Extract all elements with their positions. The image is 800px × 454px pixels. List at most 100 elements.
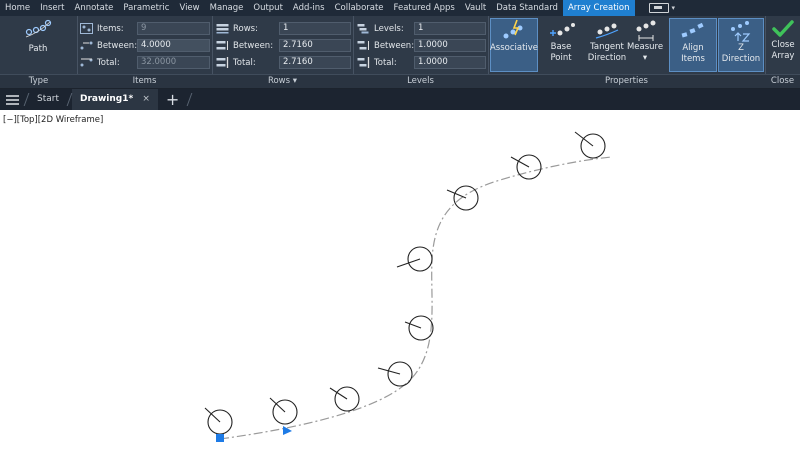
type-panel-title: Type — [0, 74, 77, 88]
array-item[interactable] — [396, 246, 433, 272]
close-panel-title: Close — [765, 74, 800, 88]
menu-tab-manage[interactable]: Manage — [205, 0, 249, 16]
ribbon: Path Type Items: 9 Between: 4.0000 Total… — [0, 16, 800, 89]
items-count-field[interactable]: 9 — [137, 22, 210, 35]
levels-panel-title: Levels — [353, 74, 488, 88]
close-array-label-2: Array — [771, 51, 795, 61]
levels-between-row: Between: — [357, 38, 414, 53]
hamburger-menu-icon[interactable] — [0, 89, 24, 110]
items-total-icon — [80, 58, 93, 67]
items-total-field[interactable]: 32.0000 — [137, 56, 210, 69]
type-panel: Path Type — [0, 16, 78, 88]
tab-start[interactable]: Start — [29, 89, 67, 110]
rows-total-field[interactable]: 2.7160 — [279, 56, 351, 69]
rows-between-row: Between: — [216, 38, 273, 53]
levels-between-field[interactable]: 1.0000 — [414, 39, 486, 52]
rows-count-field[interactable]: 1 — [279, 22, 351, 35]
menu-tab-insert[interactable]: Insert — [35, 0, 69, 16]
tab-separator — [186, 93, 193, 106]
z-direction-icon — [731, 21, 751, 42]
menu-tab-add-ins[interactable]: Add-ins — [288, 0, 330, 16]
levels-total-row: Total: — [357, 55, 397, 70]
properties-panel: Associative Base Point Tangent Direction… — [488, 16, 766, 88]
levels-total-icon — [357, 57, 370, 68]
associative-label: Associative — [489, 43, 539, 53]
rows-between-icon — [216, 41, 228, 50]
new-tab-button[interactable]: + — [158, 89, 187, 110]
array-item[interactable] — [510, 154, 542, 180]
array-item[interactable] — [269, 397, 298, 425]
rows-total-label: Total: — [233, 57, 256, 68]
levels-count-field[interactable]: 1 — [414, 22, 486, 35]
z-direction-label: Z Direction — [721, 43, 761, 64]
rows-icon — [216, 24, 229, 34]
array-item[interactable] — [574, 131, 606, 159]
menu-tab-output[interactable]: Output — [248, 0, 288, 16]
array-items-group — [204, 131, 606, 435]
array-item[interactable] — [377, 361, 413, 387]
levels-row: Levels: — [357, 21, 404, 36]
close-array-button[interactable]: Close Array — [767, 18, 799, 72]
rows-row: Rows: — [216, 21, 258, 36]
levels-between-label: Between: — [374, 40, 415, 51]
items-between-field[interactable]: 4.0000 — [137, 39, 210, 52]
rows-between-field[interactable]: 2.7160 — [279, 39, 351, 52]
items-total-label: Total: — [97, 57, 120, 68]
array-item[interactable] — [446, 185, 479, 211]
menu-tab-featured-apps[interactable]: Featured Apps — [389, 0, 460, 16]
rows-panel-title[interactable]: Rows ▾ — [212, 74, 353, 88]
array-item[interactable] — [329, 386, 360, 412]
ribbon-tab-bar: Home Insert Annotate Parametric View Manage Ou… — [0, 0, 800, 16]
menu-tab-array-creation[interactable]: Array Creation — [562, 0, 635, 16]
levels-icon — [357, 24, 369, 34]
base-point-icon — [550, 23, 575, 36]
document-tab-bar: Start Drawing1* × + — [0, 89, 800, 110]
close-tab-icon[interactable]: × — [142, 94, 150, 104]
path-array-icon — [25, 19, 52, 38]
drawing-canvas[interactable] — [0, 110, 800, 454]
rows-between-label: Between: — [233, 40, 274, 51]
path-start-grip[interactable] — [216, 434, 224, 442]
levels-panel: Levels: 1 Between: 1.0000 Total: 1.0000 … — [353, 16, 489, 88]
drawing-viewport[interactable]: [−][Top][2D Wireframe] — [0, 110, 800, 454]
tangent-direction-label-1: Tangent — [590, 42, 624, 52]
rows-total-icon — [216, 57, 229, 68]
tab-drawing1[interactable]: Drawing1* × — [72, 89, 158, 110]
items-between-label: Between: — [97, 40, 138, 51]
items-label: Items: — [97, 23, 124, 34]
items-between-row: Between: — [80, 38, 137, 53]
tangent-direction-icon — [595, 23, 619, 39]
base-point-label: Base Point — [550, 42, 572, 63]
measure-button[interactable]: Measure ▾ — [625, 18, 665, 72]
menu-tab-home[interactable]: Home — [0, 0, 35, 16]
workspace-dropdown-icon[interactable]: ▾ — [672, 4, 676, 12]
items-total-row: Total: — [80, 55, 120, 70]
menu-tab-collaborate[interactable]: Collaborate — [330, 0, 389, 16]
tangent-direction-button[interactable]: Tangent Direction — [583, 18, 631, 72]
items-panel-title: Items — [77, 74, 212, 88]
menu-tab-vault[interactable]: Vault — [460, 0, 491, 16]
menu-tab-annotate[interactable]: Annotate — [70, 0, 119, 16]
levels-total-label: Total: — [374, 57, 397, 68]
rows-panel: Rows: 1 Between: 2.7160 Total: 2.7160 Ro… — [212, 16, 354, 88]
properties-panel-title: Properties — [488, 74, 765, 88]
path-type-button[interactable]: Path — [10, 18, 66, 72]
array-item[interactable] — [404, 315, 434, 341]
align-items-button[interactable]: Align Items — [669, 18, 717, 72]
measure-dropdown-icon: ▾ — [642, 53, 648, 63]
array-item[interactable] — [204, 407, 233, 435]
associative-button[interactable]: Associative — [490, 18, 538, 72]
items-panel: Items: 9 Between: 4.0000 Total: 32.0000 … — [77, 16, 213, 88]
measure-icon — [636, 20, 656, 41]
levels-total-field[interactable]: 1.0000 — [414, 56, 486, 69]
workspace-icon[interactable] — [648, 3, 669, 13]
rows-total-row: Total: — [216, 55, 256, 70]
close-panel: Close Array Close — [765, 16, 800, 88]
close-array-label-1: Close — [771, 40, 795, 50]
menu-tab-data-standard[interactable]: Data Standard — [491, 0, 563, 16]
menu-tab-view[interactable]: View — [174, 0, 204, 16]
base-point-button[interactable]: Base Point — [539, 18, 583, 72]
z-direction-button[interactable]: Z Direction — [718, 18, 764, 72]
menu-tab-parametric[interactable]: Parametric — [118, 0, 174, 16]
array-path-curve[interactable] — [219, 156, 613, 440]
